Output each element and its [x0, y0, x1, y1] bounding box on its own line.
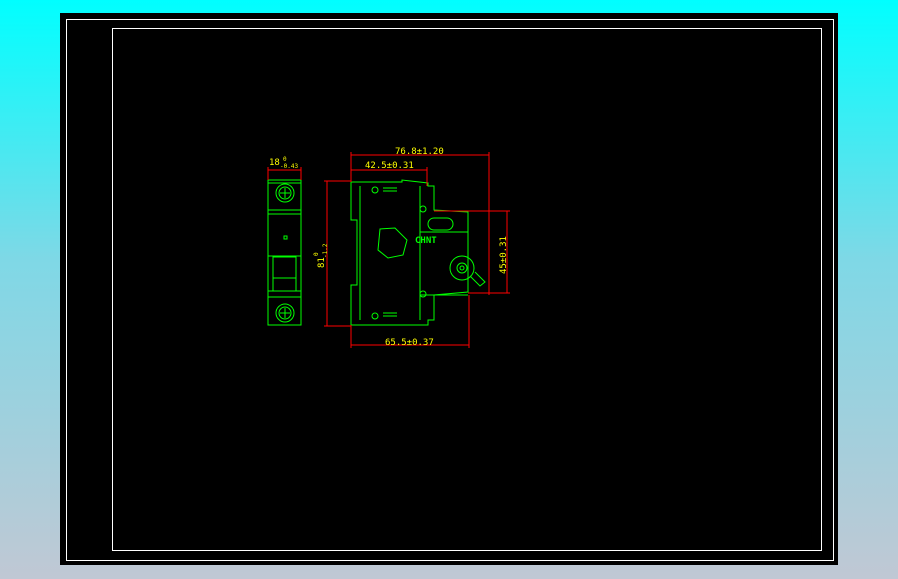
inner-border	[112, 28, 822, 551]
outer-border	[66, 19, 834, 561]
dim-handle-height: 45±0.31	[499, 236, 509, 274]
cad-drawing: CHNT 76.8±1.20 42.5±0.31 18 0 -0.43 81 0…	[66, 19, 834, 561]
dim-width-tol-upper: 0	[283, 156, 287, 163]
dim-width-tol-lower: -0.43	[280, 163, 298, 170]
brand-label: CHNT	[415, 236, 437, 246]
dim-width: 18	[269, 158, 280, 168]
dim-overall-length: 76.8±1.20	[395, 147, 444, 157]
dim-height-tol-lower: -1.2	[322, 243, 329, 258]
dim-base-length: 65.5±0.37	[385, 338, 434, 348]
dim-mount-offset: 42.5±0.31	[365, 161, 414, 171]
side-view	[350, 179, 486, 326]
dim-height-tol-upper: 0	[313, 252, 320, 256]
front-view	[267, 179, 302, 326]
dimension-lines	[267, 152, 510, 348]
